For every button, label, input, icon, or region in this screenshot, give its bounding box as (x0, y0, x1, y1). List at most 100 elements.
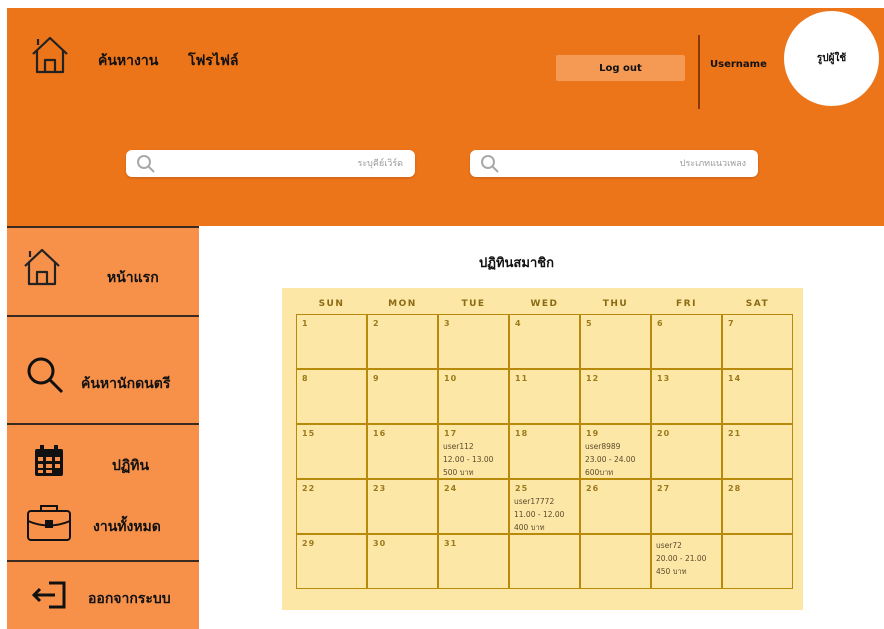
sidebar-item-label: ปฏิทิน (112, 458, 150, 474)
sidebar-item-logout[interactable]: ออกจากระบบ (7, 562, 199, 629)
calendar-day-cell[interactable]: 30 (367, 534, 438, 589)
calendar-day-cell[interactable]: 29 (296, 534, 367, 589)
day-number: 8 (302, 374, 309, 383)
day-number: 15 (302, 429, 316, 438)
sidebar-item-find-musicians[interactable]: ค้นหานักดนตรี (7, 317, 199, 423)
day-number: 31 (444, 539, 458, 548)
weekday-header: TUE (461, 299, 486, 309)
username-label: Username (710, 59, 767, 70)
weekday-header: SUN (318, 299, 345, 309)
event-time: 12.00 - 13.00 (443, 455, 494, 464)
calendar-event[interactable]: user112 12.00 - 13.00 500 บาท (443, 440, 493, 479)
calendar-day-cell[interactable]: 7 (722, 314, 793, 369)
genre-search-input[interactable] (544, 154, 748, 174)
day-number: 4 (515, 319, 522, 328)
sidebar: หน้าแรก ค้นหานักดนตรี ปฏิทิน งานทั้งหมด … (7, 226, 199, 629)
day-number: 19 (586, 429, 600, 438)
calendar-day-cell[interactable]: 15 (296, 424, 367, 479)
nav-link-profile[interactable]: โฟรไฟล์ (188, 50, 238, 72)
calendar-day-cell[interactable]: 9 (367, 369, 438, 424)
nav-link-find-jobs[interactable]: ค้นหางาน (98, 50, 158, 72)
event-user: user8989 (585, 442, 621, 451)
calendar-day-cell[interactable]: 25 user17772 11.00 - 12.00 400 บาท (509, 479, 580, 534)
calendar-day-cell[interactable]: 19 user8989 23.00 - 24.00 600บาท (580, 424, 651, 479)
calendar-day-cell[interactable]: 16 (367, 424, 438, 479)
calendar-day-cell[interactable] (509, 534, 580, 589)
calendar-day-cell[interactable]: 5 (580, 314, 651, 369)
calendar-day-cell[interactable] (580, 534, 651, 589)
day-number: 3 (444, 319, 451, 328)
calendar-day-cell[interactable] (722, 534, 793, 589)
event-user: user112 (443, 442, 474, 451)
sidebar-item-label: ค้นหานักดนตรี (81, 376, 171, 392)
weekday-header: THU (602, 299, 629, 309)
sidebar-item-all-jobs[interactable]: งานทั้งหมด (7, 493, 199, 560)
day-number: 10 (444, 374, 458, 383)
calendar-day-cell[interactable]: 20 (651, 424, 722, 479)
calendar-day-cell[interactable]: 18 (509, 424, 580, 479)
day-number: 2 (373, 319, 380, 328)
calendar-event[interactable]: user17772 11.00 - 12.00 400 บาท (514, 495, 564, 534)
calendar-event[interactable]: user72 20.00 - 21.00 450 บาท (656, 539, 706, 578)
calendar-day-cell[interactable]: 17 user112 12.00 - 13.00 500 บาท (438, 424, 509, 479)
day-number: 1 (302, 319, 309, 328)
calendar-day-cell[interactable]: user72 20.00 - 21.00 450 บาท (651, 534, 722, 589)
calendar-day-cell[interactable]: 13 (651, 369, 722, 424)
calendar-day-cell[interactable]: 11 (509, 369, 580, 424)
calendar-day-cell[interactable]: 4 (509, 314, 580, 369)
event-price: 450 บาท (656, 567, 687, 576)
avatar[interactable]: รูปผู้ใช้ (784, 11, 879, 106)
day-number: 22 (302, 484, 316, 493)
calendar-day-cell[interactable]: 8 (296, 369, 367, 424)
calendar-day-cell[interactable]: 12 (580, 369, 651, 424)
weekday-header: FRI (676, 299, 697, 309)
event-user: user17772 (514, 497, 555, 506)
day-number: 7 (728, 319, 735, 328)
event-price: 600บาท (585, 468, 614, 477)
member-calendar: SUN MON TUE WED THU FRI SAT 1 2 3 4 5 6 7 8 9 10 11 12 13 1… (282, 288, 803, 610)
keyword-search-input[interactable] (201, 154, 405, 174)
event-time: 11.00 - 12.00 (514, 510, 565, 519)
calendar-day-cell[interactable]: 27 (651, 479, 722, 534)
day-number: 12 (586, 374, 600, 383)
sidebar-item-calendar[interactable]: ปฏิทิน (7, 425, 199, 493)
logout-button[interactable]: Log out (556, 55, 685, 81)
house-icon (21, 246, 63, 292)
search-icon (481, 155, 499, 173)
calendar-day-cell[interactable]: 14 (722, 369, 793, 424)
calendar-day-cell[interactable]: 1 (296, 314, 367, 369)
sidebar-item-home[interactable]: หน้าแรก (7, 228, 199, 316)
day-number: 25 (515, 484, 529, 493)
day-number: 30 (373, 539, 387, 548)
logout-icon (31, 580, 67, 614)
day-number: 5 (586, 319, 593, 328)
weekday-header: MON (388, 299, 417, 309)
keyword-search-box[interactable] (126, 150, 415, 177)
event-price: 500 บาท (443, 468, 474, 477)
event-time: 20.00 - 21.00 (656, 554, 707, 563)
calendar-event[interactable]: user8989 23.00 - 24.00 600บาท (585, 440, 635, 479)
calendar-day-cell[interactable]: 2 (367, 314, 438, 369)
day-number: 18 (515, 429, 529, 438)
day-number: 24 (444, 484, 458, 493)
calendar-day-cell[interactable]: 31 (438, 534, 509, 589)
calendar-day-cell[interactable]: 21 (722, 424, 793, 479)
day-number: 21 (728, 429, 742, 438)
day-number: 14 (728, 374, 742, 383)
genre-search-box[interactable] (470, 150, 758, 177)
calendar-title: ปฏิทินสมาชิก (479, 256, 554, 271)
calendar-day-cell[interactable]: 10 (438, 369, 509, 424)
calendar-day-cell[interactable]: 28 (722, 479, 793, 534)
day-number: 28 (728, 484, 742, 493)
day-number: 29 (302, 539, 316, 548)
day-number: 13 (657, 374, 671, 383)
calendar-day-cell[interactable]: 22 (296, 479, 367, 534)
calendar-day-cell[interactable]: 23 (367, 479, 438, 534)
calendar-day-cell[interactable]: 24 (438, 479, 509, 534)
calendar-day-cell[interactable]: 6 (651, 314, 722, 369)
day-number: 20 (657, 429, 671, 438)
house-icon[interactable] (29, 34, 71, 76)
calendar-day-cell[interactable]: 26 (580, 479, 651, 534)
calendar-day-cell[interactable]: 3 (438, 314, 509, 369)
search-icon (25, 355, 65, 399)
